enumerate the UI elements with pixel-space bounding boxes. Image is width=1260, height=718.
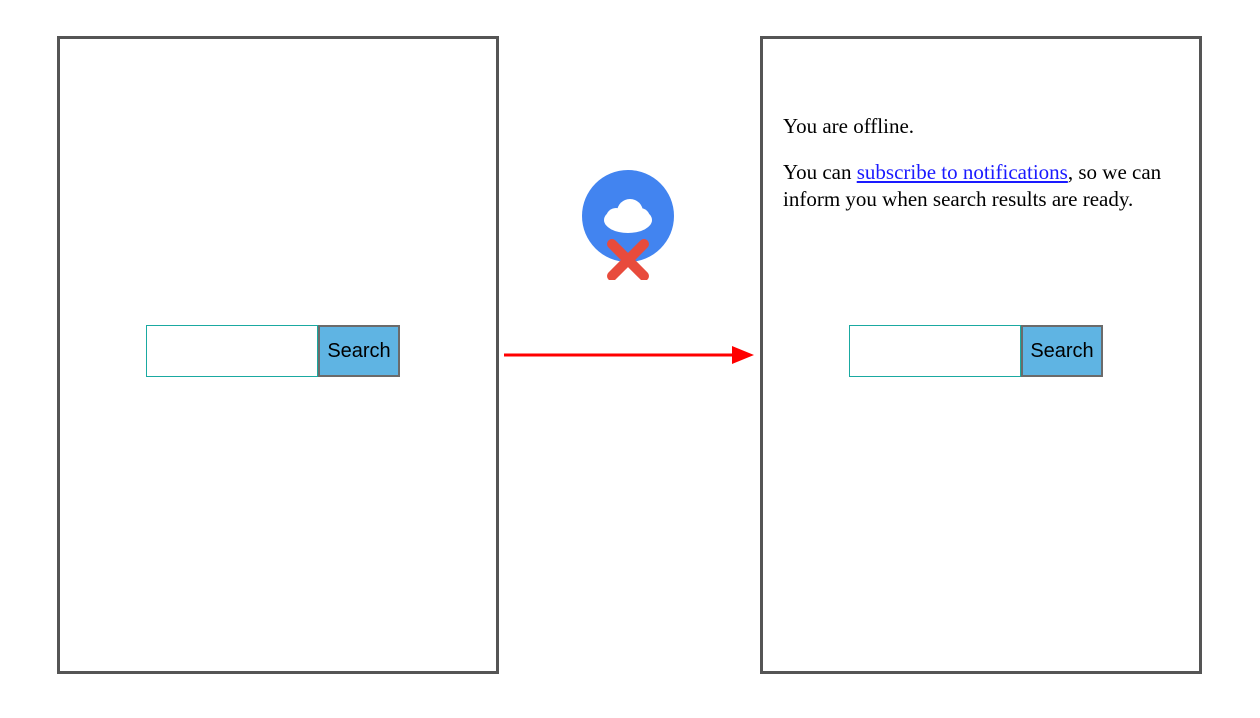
panel-before: Search <box>57 36 499 674</box>
offline-line1: You are offline. <box>783 113 1179 139</box>
panel-after: You are offline. You can subscribe to no… <box>760 36 1202 674</box>
search-button[interactable]: Search <box>1021 325 1103 377</box>
search-row-after: Search <box>849 325 1103 377</box>
search-input[interactable] <box>849 325 1021 377</box>
offline-cloud-icon <box>582 170 674 280</box>
search-button[interactable]: Search <box>318 325 400 377</box>
offline-message: You are offline. You can subscribe to no… <box>783 113 1179 232</box>
transition-arrow-icon <box>504 340 754 370</box>
subscribe-link[interactable]: subscribe to notifications <box>857 160 1068 184</box>
search-row-before: Search <box>146 325 400 377</box>
search-input[interactable] <box>146 325 318 377</box>
offline-line2: You can subscribe to notifications, so w… <box>783 159 1179 212</box>
offline-pre: You can <box>783 160 857 184</box>
